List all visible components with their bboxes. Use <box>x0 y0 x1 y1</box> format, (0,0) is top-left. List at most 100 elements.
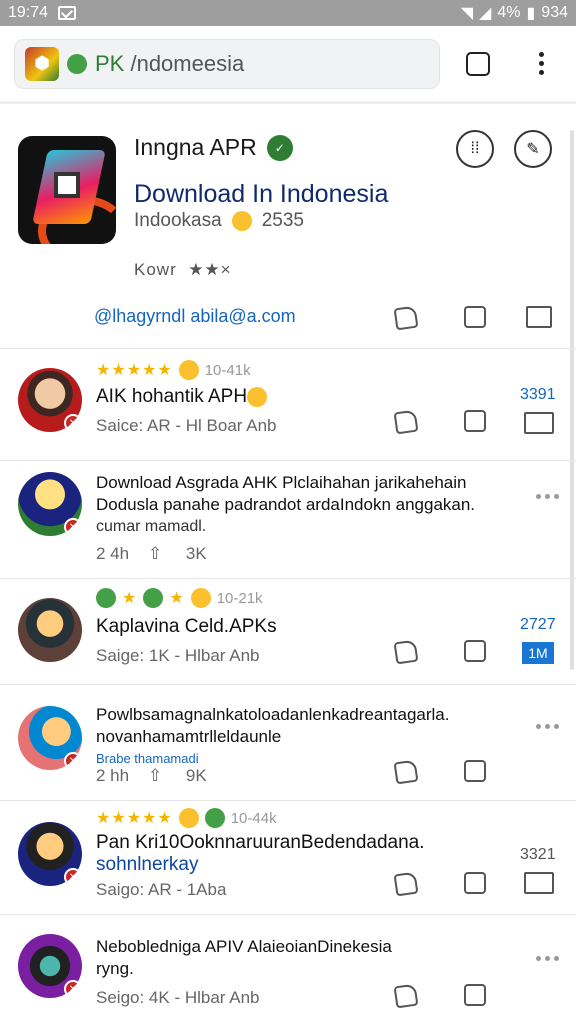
pencil-icon: ✎ <box>526 141 540 158</box>
site-favicon: ⬢ <box>25 46 59 81</box>
thumb-up-icon <box>393 409 419 435</box>
more-options-button[interactable] <box>536 724 559 729</box>
post-item[interactable]: ✕ ★★★★★ 10-41k AIK hohantik APH Saice: AR… <box>0 350 576 458</box>
avatar[interactable]: ✕ <box>18 822 82 886</box>
thumb-up-icon <box>393 305 419 331</box>
status-time: 19:74 <box>8 4 49 21</box>
app-card: Inngna APR ✓ Download In Indonesia Indoo… <box>0 108 576 346</box>
bookmark-button[interactable] <box>464 640 486 662</box>
more-vert-icon <box>538 51 544 75</box>
tabs-button[interactable] <box>466 52 490 76</box>
post-meta: Saige: 1K - Hlbar Anb <box>96 646 260 665</box>
grid-button[interactable]: ⁞⁞ <box>456 130 494 168</box>
thumb-up-icon <box>393 759 419 785</box>
badge-icon: ✕ <box>64 414 82 432</box>
media-active-button[interactable]: 1M <box>522 642 554 664</box>
more-options-button[interactable] <box>536 956 559 961</box>
media-button[interactable] <box>524 412 554 434</box>
smile-emoji-icon <box>231 211 252 231</box>
green-emoji-icon <box>204 808 225 828</box>
post-meta: Seigo: 4K - Hlbar Anb <box>96 988 260 1007</box>
like-button[interactable] <box>392 304 420 332</box>
browser-toolbar: ⬢ PK /ndomeesia <box>0 26 576 104</box>
battery-icon: ▮ <box>526 5 536 22</box>
post-meta: 2 4h ⇧ 3K <box>96 544 207 563</box>
app-email-link[interactable]: @lhagyrndl abila@a.com <box>94 306 296 327</box>
post-rating: ★★★★★ 10-41k <box>96 360 251 380</box>
smile-emoji-icon <box>247 386 268 407</box>
divider <box>0 684 576 685</box>
bookmark-button[interactable] <box>464 410 486 432</box>
smile-emoji-icon <box>178 808 199 828</box>
bookmark-button[interactable] <box>464 306 486 328</box>
post-item[interactable]: ✕ Download Asgrada AHK Plclaihahan jarik… <box>0 462 576 576</box>
app-title: Inngna APR ✓ <box>134 134 293 161</box>
app-rating: Kowr ★★× <box>134 260 232 279</box>
edit-button[interactable]: ✎ <box>514 130 552 168</box>
thumb-up-icon <box>393 639 419 665</box>
more-options-button[interactable] <box>536 494 559 499</box>
media-button[interactable] <box>524 872 554 894</box>
bookmark-button[interactable] <box>464 760 486 782</box>
battery-percent: 4% <box>497 4 521 21</box>
post-title: Pan Kri10OoknnaruuranBedendadana. <box>96 832 425 853</box>
badge-icon: ✕ <box>64 868 82 886</box>
post-meta: 2 hh ⇧ 9K <box>96 766 207 785</box>
signal-icon: ◢ <box>479 5 492 22</box>
post-item[interactable]: ★ ★ 10-21k Kaplavina Celd.APKs Saige: 1K -… <box>0 580 576 682</box>
url-bar[interactable]: ⬢ PK /ndomeesia <box>14 38 440 89</box>
green-emoji-icon <box>143 588 164 608</box>
post-rating: ★ ★ 10-21k <box>96 588 263 608</box>
thumb-up-icon <box>393 983 419 1009</box>
menu-button[interactable] <box>526 48 556 78</box>
app-icon[interactable] <box>18 136 116 244</box>
status-bar: 19:74 ◥ ◢ 4% ▮ 934 <box>0 0 576 26</box>
status-clock-right: 934 <box>541 4 568 21</box>
post-item[interactable]: ✕ ★★★★★ 10-44k Pan Kri10OoknnaruuranBeden… <box>0 802 576 912</box>
url-text[interactable]: PK /ndomeesia <box>95 51 244 77</box>
like-button[interactable] <box>392 638 420 666</box>
notification-icon <box>58 6 77 20</box>
green-emoji-icon <box>96 588 116 608</box>
avatar[interactable] <box>18 598 82 662</box>
divider <box>0 348 576 349</box>
app-meta: Indookasa 2535 <box>134 210 304 231</box>
secure-icon <box>67 53 87 74</box>
divider <box>0 578 576 579</box>
post-rating: ★★★★★ 10-44k <box>96 808 277 828</box>
media-button[interactable] <box>526 306 552 328</box>
post-subtitle: sohnlnerkay <box>96 854 199 875</box>
divider <box>0 800 576 801</box>
post-title: AIK hohantik APH <box>96 386 268 408</box>
like-button[interactable] <box>392 982 420 1010</box>
avatar[interactable]: ✕ <box>18 934 82 998</box>
avatar[interactable]: ✕ <box>18 706 82 770</box>
badge-icon: ✕ <box>64 752 82 770</box>
post-title: Kaplavina Celd.APKs <box>96 616 277 637</box>
badge-icon: ✕ <box>64 518 82 536</box>
smile-emoji-icon <box>178 360 199 380</box>
badge-icon: ✕ <box>64 980 82 998</box>
verified-badge-icon: ✓ <box>266 134 293 161</box>
like-button[interactable] <box>392 408 420 436</box>
post-count: 3391 <box>520 386 556 403</box>
post-item[interactable]: ✕ Nebobledniga APIV AlaieoianDinekesia ry… <box>0 916 576 1024</box>
post-meta: Saigo: AR - 1Aba <box>96 880 227 899</box>
post-count: 2727 <box>520 616 556 633</box>
avatar[interactable]: ✕ <box>18 472 82 536</box>
smile-emoji-icon <box>190 588 211 608</box>
like-button[interactable] <box>392 870 420 898</box>
bookmark-button[interactable] <box>464 872 486 894</box>
post-item[interactable]: ✕ Powlbsamagnalnkatoloadanlenkadreantaga… <box>0 686 576 798</box>
post-meta: Saice: AR - Hl Boar Anb <box>96 416 277 435</box>
grid-icon: ⁞⁞ <box>470 140 480 157</box>
post-body: Nebobledniga APIV AlaieoianDinekesia ryng… <box>96 937 392 978</box>
post-count: 3321 <box>520 846 556 863</box>
bookmark-button[interactable] <box>464 984 486 1006</box>
post-body: Download Asgrada AHK Plclaihahan jarikah… <box>96 473 476 535</box>
avatar[interactable]: ✕ <box>18 368 82 432</box>
divider <box>0 914 576 915</box>
thumb-up-icon: ⇧ <box>148 544 163 563</box>
like-button[interactable] <box>392 758 420 786</box>
wifi-icon: ◥ <box>460 5 474 22</box>
